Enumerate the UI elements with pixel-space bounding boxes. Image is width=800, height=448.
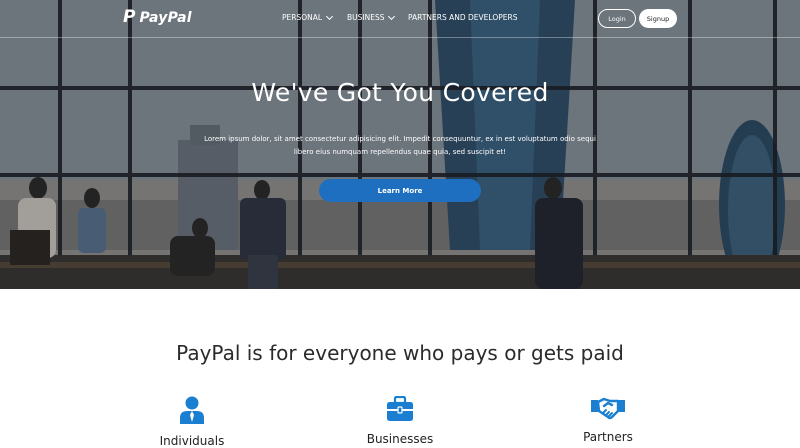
- feature-label: Partners: [583, 430, 633, 444]
- handshake-icon: [591, 397, 625, 420]
- brand-name: PayPal: [139, 9, 192, 26]
- chevron-down-icon: [388, 12, 396, 20]
- nav-item-partners-developers[interactable]: PARTNERS AND DEVELOPERS: [408, 13, 517, 22]
- nav-item-personal[interactable]: PERSONAL: [282, 12, 334, 22]
- feature-label: Individuals: [159, 434, 225, 448]
- nav-item-label: BUSINESS: [347, 13, 385, 22]
- nav-item-label: PERSONAL: [282, 13, 323, 22]
- nav-item-business[interactable]: BUSINESS: [347, 12, 396, 22]
- chevron-down-icon: [326, 12, 334, 20]
- feature-businesses[interactable]: Businesses: [340, 396, 460, 446]
- hero-description: Lorem ipsum dolor, sit amet consectetur …: [200, 133, 600, 159]
- paypal-logo-icon: P: [123, 7, 136, 27]
- signup-button[interactable]: Signup: [639, 9, 677, 28]
- hero-text-line: libero eius numquam repellendus quae qui…: [293, 148, 507, 156]
- brand-logo[interactable]: P PayPal: [123, 9, 192, 26]
- login-button[interactable]: Login: [598, 9, 636, 28]
- feature-individuals[interactable]: Individuals: [132, 396, 252, 448]
- nav-item-label: PARTNERS AND DEVELOPERS: [408, 13, 518, 22]
- top-navbar: P PayPal PERSONAL BUSINESS PARTNERS AND …: [0, 0, 800, 38]
- briefcase-icon: [387, 396, 413, 421]
- hero-title: We've Got You Covered: [251, 78, 549, 107]
- hero-section: P PayPal PERSONAL BUSINESS PARTNERS AND …: [0, 0, 800, 289]
- hero-text-line: Lorem ipsum dolor, sit amet consectetur …: [204, 135, 596, 143]
- feature-partners[interactable]: Partners: [548, 396, 668, 444]
- user-icon: [180, 396, 204, 424]
- section-title: PayPal is for everyone who pays or gets …: [176, 341, 624, 365]
- learn-more-button[interactable]: Learn More: [319, 179, 481, 202]
